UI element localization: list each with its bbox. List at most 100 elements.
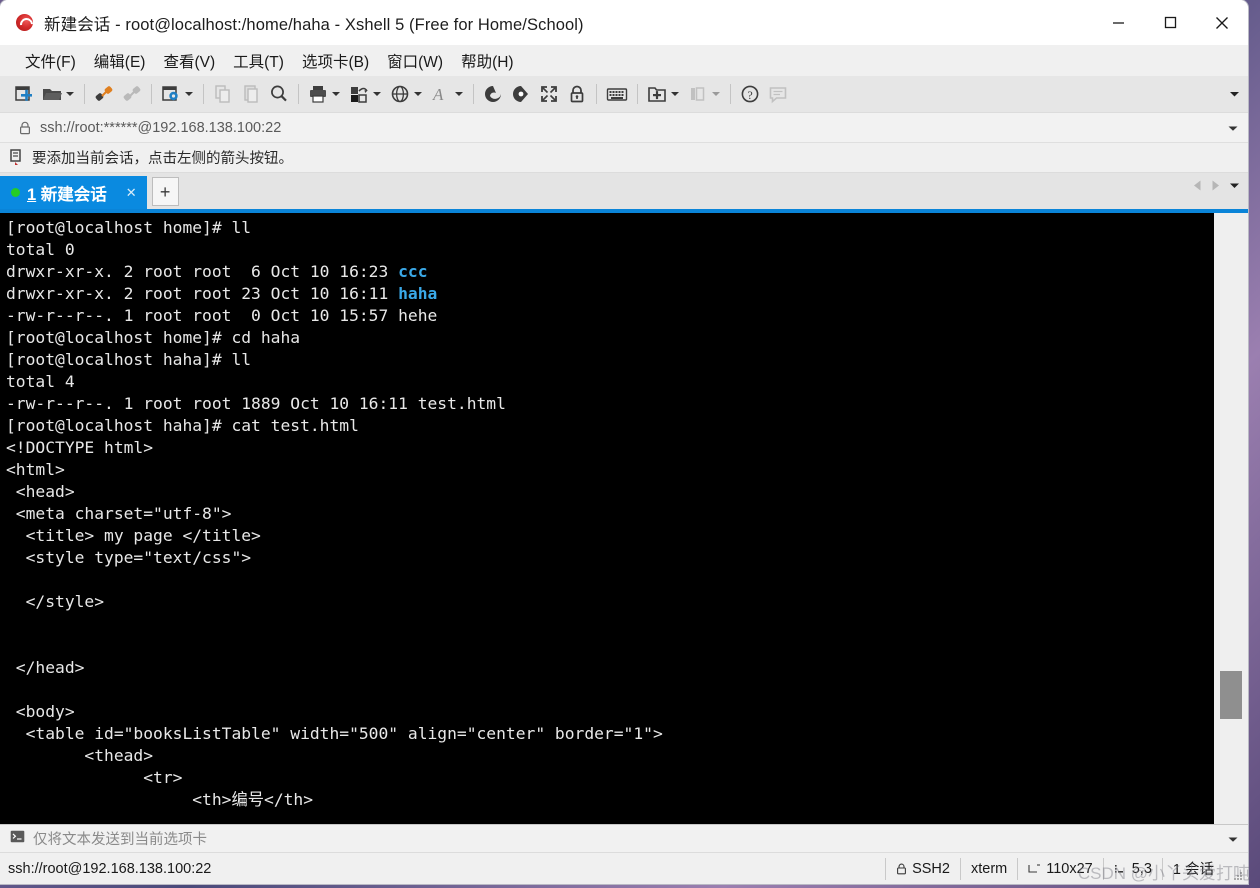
resize-icon	[1028, 863, 1041, 873]
new-tab-button[interactable]: +	[151, 177, 179, 206]
terminal-line: </style>	[6, 591, 1213, 613]
menu-view[interactable]: 查看(V)	[154, 47, 224, 75]
toolbar-overflow-button[interactable]	[1229, 85, 1240, 103]
open-folder-icon	[43, 89, 62, 100]
menu-tools[interactable]: 工具(T)	[224, 47, 293, 75]
terminal-text: <thead>	[6, 746, 154, 765]
window-title: 新建会话 - root@localhost:/home/haha - Xshel…	[44, 15, 584, 34]
send-text-bar[interactable]: 仅将文本发送到当前选项卡	[0, 824, 1248, 852]
chevron-down-icon[interactable]	[66, 92, 74, 96]
status-terminal-type: xterm	[965, 861, 1013, 877]
chevron-down-icon[interactable]	[414, 92, 422, 96]
terminal-text: <table id="booksListTable" width="500" a…	[6, 724, 663, 743]
menu-help[interactable]: 帮助(H)	[452, 47, 523, 75]
terminal-line: drwxr-xr-x. 2 root root 23 Oct 10 16:11 …	[6, 283, 1213, 305]
add-to-folder-button[interactable]	[643, 80, 684, 108]
address-input[interactable]: ssh://root:******@192.168.138.100:22	[40, 120, 281, 136]
menu-file[interactable]: 文件(F)	[16, 47, 85, 75]
title-bar: 新建会话 - root@localhost:/home/haha - Xshel…	[0, 0, 1248, 45]
print-button[interactable]	[304, 80, 345, 108]
status-session-count-label: 1 会话	[1172, 862, 1214, 878]
chevron-down-icon[interactable]	[1229, 182, 1240, 190]
session-manager-icon[interactable]	[10, 149, 25, 166]
toolbar-separator	[473, 84, 474, 104]
help-button[interactable]: ?	[736, 80, 764, 108]
toolbar-separator	[596, 84, 597, 104]
toolbar-separator	[637, 84, 638, 104]
tab-bar: 1 新建会话 ✕ +	[0, 173, 1248, 213]
session-properties-icon	[162, 86, 178, 101]
copy-button[interactable]	[209, 80, 237, 108]
new-session-button[interactable]	[10, 80, 38, 108]
keyboard-button[interactable]	[602, 80, 632, 108]
maximize-button[interactable]	[1144, 0, 1196, 45]
terminal-line: <body>	[6, 701, 1213, 723]
fullscreen-button[interactable]	[535, 80, 563, 108]
terminal-text: [root@localhost home]# ll	[6, 218, 252, 237]
terminal-line: <style type="text/css">	[6, 547, 1213, 569]
chevron-down-icon[interactable]	[185, 92, 193, 96]
terminal-text: total 4	[6, 372, 75, 391]
chevron-down-icon[interactable]	[671, 92, 679, 96]
close-icon[interactable]: ✕	[121, 186, 142, 199]
menu-window[interactable]: 窗口(W)	[378, 47, 452, 75]
disconnect-button[interactable]	[118, 80, 146, 108]
toolbar-separator	[151, 84, 152, 104]
terminal-text: </head>	[6, 658, 85, 677]
close-button[interactable]	[1196, 0, 1248, 45]
terminal-line: <th>编号</th>	[6, 789, 1213, 811]
terminal-line: <thead>	[6, 745, 1213, 767]
svg-text:?: ?	[747, 88, 752, 102]
chevron-down-icon[interactable]	[373, 92, 381, 96]
session-properties-button[interactable]	[157, 80, 198, 108]
terminal-text: <head>	[6, 482, 75, 501]
address-bar[interactable]: ssh://root:******@192.168.138.100:22	[0, 113, 1248, 143]
terminal-scrollbar[interactable]	[1213, 213, 1248, 824]
paste-button[interactable]	[237, 80, 265, 108]
layout-button[interactable]	[684, 80, 725, 108]
feedback-button[interactable]	[764, 80, 792, 108]
tab-new-session[interactable]: 1 新建会话 ✕	[0, 176, 147, 209]
terminal-text: -rw-r--r--. 1 root root 1889 Oct 10 16:1…	[6, 394, 506, 413]
terminal-text: -rw-r--r--. 1 root root 0 Oct 10 15:57 h…	[6, 306, 438, 325]
lock-button[interactable]	[563, 80, 591, 108]
terminal-line: <head>	[6, 481, 1213, 503]
status-separator	[959, 857, 961, 880]
font-button[interactable]: A	[427, 80, 468, 108]
terminal-text: <style type="text/css">	[6, 548, 252, 567]
chevron-down-icon[interactable]	[455, 92, 463, 96]
toolbar: A ?	[0, 76, 1248, 113]
xshell-button[interactable]	[479, 80, 507, 108]
scrollbar-thumb[interactable]	[1220, 671, 1242, 719]
chevron-down-icon[interactable]	[712, 92, 720, 96]
terminal-prompt-icon	[10, 830, 25, 848]
web-browser-button[interactable]	[386, 80, 427, 108]
status-separator	[1102, 857, 1104, 880]
terminal-text: <th>编号</th>	[6, 790, 314, 809]
open-session-button[interactable]	[38, 80, 79, 108]
chevron-left-icon[interactable]	[1193, 180, 1202, 191]
status-cursor-label: 5,3	[1131, 860, 1152, 877]
send-text-input[interactable]: 仅将文本发送到当前选项卡	[33, 828, 207, 849]
chevron-down-icon[interactable]	[332, 92, 340, 96]
terminal-line: </head>	[6, 657, 1213, 679]
file-transfer-button[interactable]	[345, 80, 386, 108]
find-button[interactable]	[265, 80, 293, 108]
terminal-line: drwxr-xr-x. 2 root root 6 Oct 10 16:23 c…	[6, 261, 1213, 283]
terminal-text: [root@localhost haha]# cat test.html	[6, 416, 359, 435]
connect-button[interactable]	[90, 80, 118, 108]
menu-edit[interactable]: 编辑(E)	[85, 47, 155, 75]
minimize-button[interactable]	[1092, 0, 1144, 45]
address-dropdown-button[interactable]	[1228, 119, 1238, 137]
chevron-down-icon	[1228, 126, 1238, 131]
menu-tabs[interactable]: 选项卡(B)	[293, 47, 378, 75]
resize-grip-icon[interactable]	[1232, 869, 1244, 881]
chevron-right-icon[interactable]	[1211, 180, 1220, 191]
send-dropdown-button[interactable]	[1228, 830, 1238, 848]
tab-status-dot	[11, 188, 20, 197]
terminal-text: <meta charset="utf-8">	[6, 504, 232, 523]
session-hint-bar: 要添加当前会话，点击左侧的箭头按钮。	[0, 143, 1248, 173]
terminal-directory: ccc	[398, 262, 428, 281]
terminal-output[interactable]: [root@localhost home]# ll total 0 drwxr-xr…	[0, 213, 1213, 824]
xftp-button[interactable]	[507, 80, 535, 108]
